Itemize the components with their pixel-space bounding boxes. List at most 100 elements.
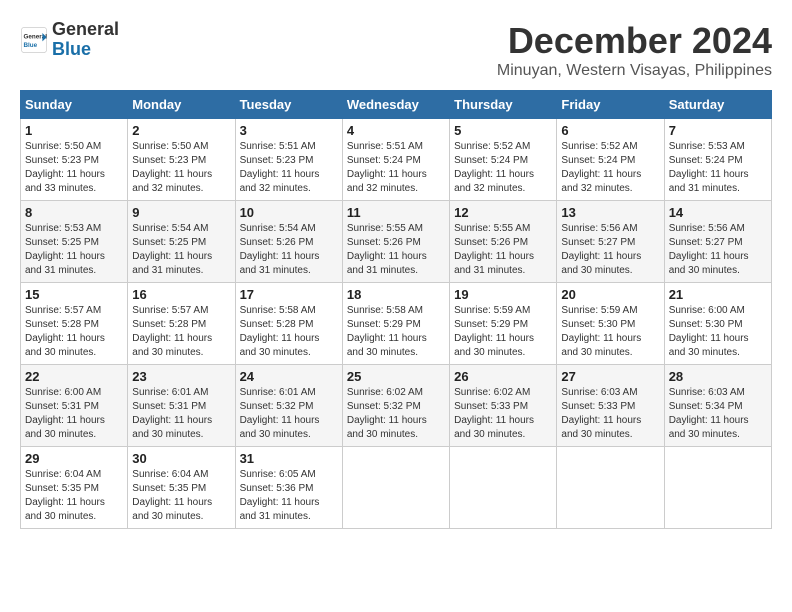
day-info: Sunrise: 6:02 AMSunset: 5:32 PMDaylight:… — [347, 386, 445, 442]
week-row-4: 22 Sunrise: 6:00 AMSunset: 5:31 PMDayligh… — [21, 365, 772, 447]
day-info: Sunrise: 6:04 AMSunset: 5:35 PMDaylight:… — [132, 468, 230, 524]
day-number: 17 — [240, 287, 338, 302]
calendar-cell: 30 Sunrise: 6:04 AMSunset: 5:35 PMDayligh… — [128, 447, 235, 529]
calendar-cell: 20 Sunrise: 5:59 AMSunset: 5:30 PMDayligh… — [557, 283, 664, 365]
day-info: Sunrise: 5:50 AMSunset: 5:23 PMDaylight:… — [25, 140, 123, 196]
header-wednesday: Wednesday — [342, 91, 449, 119]
day-number: 6 — [561, 123, 659, 138]
day-number: 14 — [669, 205, 767, 220]
day-number: 20 — [561, 287, 659, 302]
day-info: Sunrise: 5:56 AMSunset: 5:27 PMDaylight:… — [669, 222, 767, 278]
day-number: 30 — [132, 451, 230, 466]
day-number: 1 — [25, 123, 123, 138]
day-number: 22 — [25, 369, 123, 384]
calendar-cell: 7 Sunrise: 5:53 AMSunset: 5:24 PMDaylight… — [664, 119, 771, 201]
day-info: Sunrise: 5:59 AMSunset: 5:30 PMDaylight:… — [561, 304, 659, 360]
calendar-cell: 15 Sunrise: 5:57 AMSunset: 5:28 PMDayligh… — [21, 283, 128, 365]
day-number: 4 — [347, 123, 445, 138]
calendar-cell: 23 Sunrise: 6:01 AMSunset: 5:31 PMDayligh… — [128, 365, 235, 447]
calendar-cell: 16 Sunrise: 5:57 AMSunset: 5:28 PMDayligh… — [128, 283, 235, 365]
calendar-cell — [664, 447, 771, 529]
calendar-cell: 24Sunrise: 6:01 AMSunset: 5:32 PMDayligh… — [235, 365, 342, 447]
week-row-3: 15 Sunrise: 5:57 AMSunset: 5:28 PMDayligh… — [21, 283, 772, 365]
calendar-cell: 6 Sunrise: 5:52 AMSunset: 5:24 PMDaylight… — [557, 119, 664, 201]
day-number: 15 — [25, 287, 123, 302]
day-info: Sunrise: 5:57 AMSunset: 5:28 PMDaylight:… — [132, 304, 230, 360]
header-thursday: Thursday — [450, 91, 557, 119]
svg-text:Blue: Blue — [24, 42, 38, 49]
calendar-cell: 3 Sunrise: 5:51 AMSunset: 5:23 PMDaylight… — [235, 119, 342, 201]
calendar-cell: 25 Sunrise: 6:02 AMSunset: 5:32 PMDayligh… — [342, 365, 449, 447]
calendar-cell: 27 Sunrise: 6:03 AMSunset: 5:33 PMDayligh… — [557, 365, 664, 447]
calendar-cell: 11Sunrise: 5:55 AMSunset: 5:26 PMDayligh… — [342, 201, 449, 283]
calendar-cell: 12Sunrise: 5:55 AMSunset: 5:26 PMDayligh… — [450, 201, 557, 283]
calendar-cell: 26 Sunrise: 6:02 AMSunset: 5:33 PMDayligh… — [450, 365, 557, 447]
header-saturday: Saturday — [664, 91, 771, 119]
day-number: 11 — [347, 205, 445, 220]
calendar-cell: 2Sunrise: 5:50 AMSunset: 5:23 PMDaylight… — [128, 119, 235, 201]
day-number: 21 — [669, 287, 767, 302]
day-number: 3 — [240, 123, 338, 138]
day-info: Sunrise: 5:59 AMSunset: 5:29 PMDaylight:… — [454, 304, 552, 360]
day-info: Sunrise: 5:51 AMSunset: 5:23 PMDaylight:… — [240, 140, 338, 196]
day-info: Sunrise: 5:50 AMSunset: 5:23 PMDaylight:… — [132, 140, 230, 196]
day-info: Sunrise: 5:51 AMSunset: 5:24 PMDaylight:… — [347, 140, 445, 196]
header-tuesday: Tuesday — [235, 91, 342, 119]
header-friday: Friday — [557, 91, 664, 119]
calendar-cell: 17Sunrise: 5:58 AMSunset: 5:28 PMDayligh… — [235, 283, 342, 365]
day-info: Sunrise: 5:54 AMSunset: 5:25 PMDaylight:… — [132, 222, 230, 278]
week-row-5: 29 Sunrise: 6:04 AMSunset: 5:35 PMDayligh… — [21, 447, 772, 529]
logo: General Blue General Blue — [20, 20, 119, 60]
day-number: 9 — [132, 205, 230, 220]
calendar-cell — [342, 447, 449, 529]
day-number: 8 — [25, 205, 123, 220]
calendar-cell: 22 Sunrise: 6:00 AMSunset: 5:31 PMDayligh… — [21, 365, 128, 447]
calendar-cell — [557, 447, 664, 529]
day-info: Sunrise: 6:03 AMSunset: 5:33 PMDaylight:… — [561, 386, 659, 442]
calendar-cell: 19Sunrise: 5:59 AMSunset: 5:29 PMDayligh… — [450, 283, 557, 365]
day-number: 18 — [347, 287, 445, 302]
day-number: 26 — [454, 369, 552, 384]
day-info: Sunrise: 5:52 AMSunset: 5:24 PMDaylight:… — [561, 140, 659, 196]
day-number: 25 — [347, 369, 445, 384]
calendar-table: SundayMondayTuesdayWednesdayThursdayFrid… — [20, 90, 772, 529]
day-number: 10 — [240, 205, 338, 220]
calendar-cell: 1 Sunrise: 5:50 AMSunset: 5:23 PMDaylight… — [21, 119, 128, 201]
week-row-2: 8 Sunrise: 5:53 AMSunset: 5:25 PMDaylight… — [21, 201, 772, 283]
day-info: Sunrise: 5:52 AMSunset: 5:24 PMDaylight:… — [454, 140, 552, 196]
day-number: 23 — [132, 369, 230, 384]
calendar-cell: 14 Sunrise: 5:56 AMSunset: 5:27 PMDayligh… — [664, 201, 771, 283]
day-number: 7 — [669, 123, 767, 138]
page-header: General Blue General Blue December 2024 … — [20, 20, 772, 80]
day-info: Sunrise: 6:01 AMSunset: 5:32 PMDaylight:… — [240, 386, 338, 442]
calendar-header-row: SundayMondayTuesdayWednesdayThursdayFrid… — [21, 91, 772, 119]
day-info: Sunrise: 6:01 AMSunset: 5:31 PMDaylight:… — [132, 386, 230, 442]
day-info: Sunrise: 6:00 AMSunset: 5:30 PMDaylight:… — [669, 304, 767, 360]
day-info: Sunrise: 5:56 AMSunset: 5:27 PMDaylight:… — [561, 222, 659, 278]
calendar-cell: 4 Sunrise: 5:51 AMSunset: 5:24 PMDaylight… — [342, 119, 449, 201]
day-number: 27 — [561, 369, 659, 384]
calendar-cell: 13 Sunrise: 5:56 AMSunset: 5:27 PMDayligh… — [557, 201, 664, 283]
day-info: Sunrise: 6:00 AMSunset: 5:31 PMDaylight:… — [25, 386, 123, 442]
calendar-cell: 9 Sunrise: 5:54 AMSunset: 5:25 PMDaylight… — [128, 201, 235, 283]
day-number: 13 — [561, 205, 659, 220]
calendar-cell: 18Sunrise: 5:58 AMSunset: 5:29 PMDayligh… — [342, 283, 449, 365]
day-info: Sunrise: 5:53 AMSunset: 5:24 PMDaylight:… — [669, 140, 767, 196]
logo-general: General — [52, 19, 119, 39]
calendar-cell: 5Sunrise: 5:52 AMSunset: 5:24 PMDaylight… — [450, 119, 557, 201]
calendar-cell: 28Sunrise: 6:03 AMSunset: 5:34 PMDayligh… — [664, 365, 771, 447]
week-row-1: 1 Sunrise: 5:50 AMSunset: 5:23 PMDaylight… — [21, 119, 772, 201]
day-number: 29 — [25, 451, 123, 466]
day-info: Sunrise: 5:53 AMSunset: 5:25 PMDaylight:… — [25, 222, 123, 278]
logo-blue: Blue — [52, 39, 91, 59]
day-info: Sunrise: 6:02 AMSunset: 5:33 PMDaylight:… — [454, 386, 552, 442]
day-number: 16 — [132, 287, 230, 302]
header-sunday: Sunday — [21, 91, 128, 119]
calendar-cell — [450, 447, 557, 529]
day-info: Sunrise: 5:57 AMSunset: 5:28 PMDaylight:… — [25, 304, 123, 360]
calendar-title: December 2024 — [497, 20, 772, 62]
day-number: 28 — [669, 369, 767, 384]
day-info: Sunrise: 5:55 AMSunset: 5:26 PMDaylight:… — [454, 222, 552, 278]
calendar-subtitle: Minuyan, Western Visayas, Philippines — [497, 62, 772, 80]
day-number: 31 — [240, 451, 338, 466]
